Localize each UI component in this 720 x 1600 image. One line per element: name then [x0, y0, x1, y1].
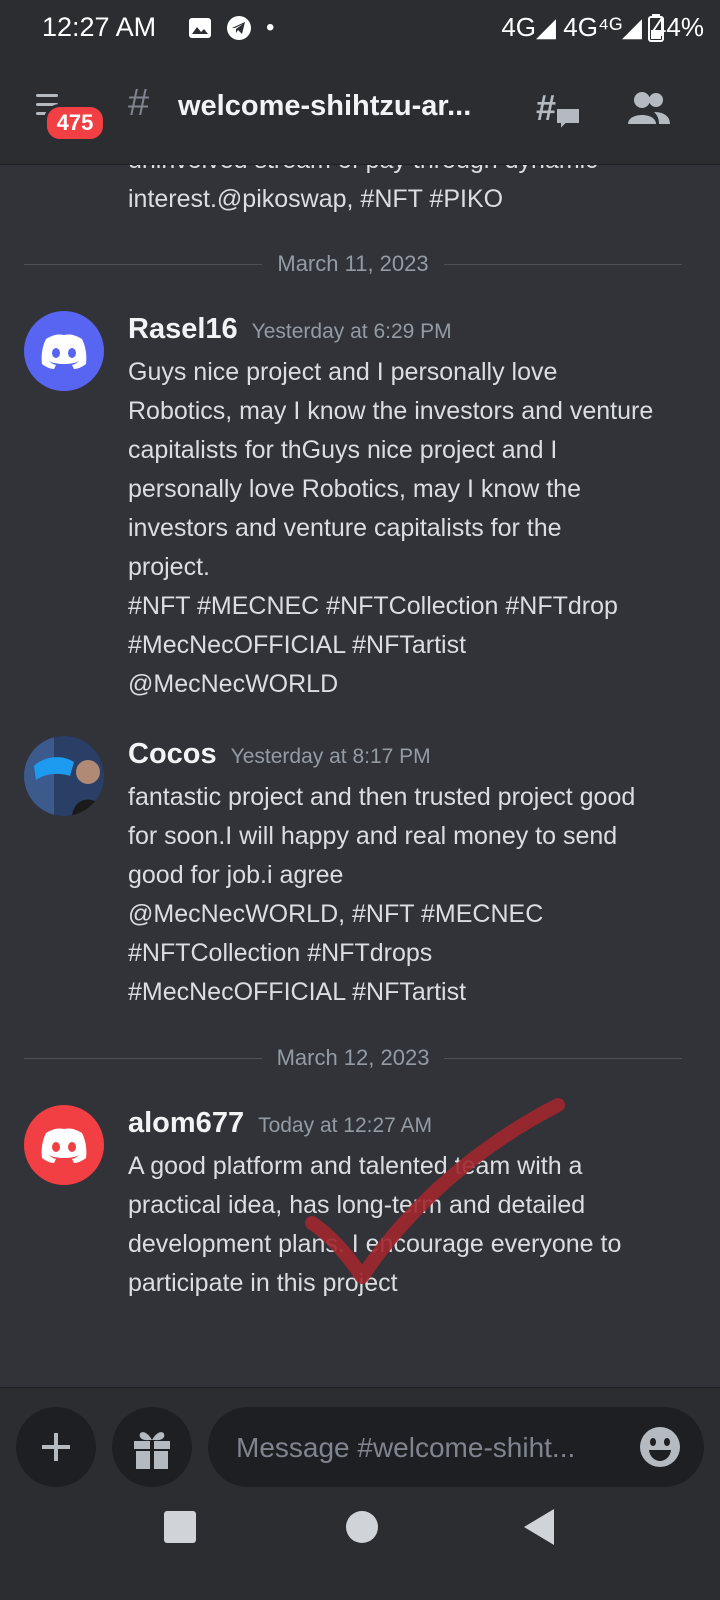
status-time: 12:27 AM [42, 12, 157, 42]
channel-header: 475 # welcome-shihtzu-ar... # [0, 56, 720, 165]
date-divider: March 12, 2023 [24, 1043, 682, 1073]
gift-button[interactable] [112, 1407, 192, 1487]
message-line: personally love Robotics, may I know the [128, 475, 581, 503]
svg-text:#: # [536, 87, 556, 128]
gift-icon [134, 1432, 170, 1469]
threads-icon[interactable]: # [536, 86, 582, 132]
avatar[interactable] [24, 736, 104, 816]
discord-logo-icon [41, 1128, 87, 1163]
notification-icons: • [188, 14, 274, 42]
plus-icon [42, 1433, 70, 1461]
message-line: #NFTCollection #NFTdrops [128, 939, 433, 967]
telegram-icon [227, 16, 251, 40]
author-name[interactable]: Rasel16 [128, 313, 238, 345]
message-line: good for job.i agree [128, 861, 344, 889]
members-icon[interactable] [626, 88, 670, 128]
message-author: Cocos Yesterday at 8:17 PM [128, 738, 431, 771]
network-status: 4G◢ 4G⁴ᴳ◢ [501, 12, 664, 43]
message-line: @MecNecWORLD, #NFT #MECNEC [128, 900, 544, 928]
message-list[interactable]: uninvolved stream of pay through dynamic… [0, 165, 720, 1387]
status-bar: 12:27 AM • 4G◢ 4G⁴ᴳ◢ 44% [0, 0, 720, 56]
checkmark-icon [305, 1098, 565, 1284]
system-nav-bar [0, 1487, 720, 1600]
unread-badge: 475 [44, 104, 106, 142]
message-line: investors and venture capitalists for th… [128, 514, 562, 542]
emoji-icon[interactable] [638, 1425, 682, 1469]
message-line: project. [128, 553, 210, 581]
message-line: Robotics, may I know the investors and v… [128, 397, 654, 425]
date-divider: March 11, 2023 [24, 249, 682, 279]
message-line: #NFT #MECNEC #NFTCollection #NFTdrop [128, 592, 618, 620]
message-line: fantastic project and then trusted proje… [128, 783, 636, 811]
author-name[interactable]: alom677 [128, 1107, 244, 1139]
message-input[interactable] [234, 1427, 618, 1469]
message-line: @MecNecWORLD [128, 670, 339, 698]
image-icon [189, 18, 211, 38]
dot-icon: • [266, 14, 275, 41]
message-input-container[interactable] [208, 1407, 704, 1487]
partial-message-line: uninvolved stream of pay through dynamic [128, 165, 598, 180]
avatar[interactable] [24, 1105, 104, 1185]
message-line: #MecNecOFFICIAL #NFTartist [128, 631, 467, 659]
message-timestamp: Yesterday at 8:17 PM [230, 745, 431, 768]
battery-percent: 44% [651, 12, 704, 42]
message-line: #MecNecOFFICIAL #NFTartist [128, 978, 467, 1006]
message-line: for soon.I will happy and real money to … [128, 822, 618, 850]
message-line: capitalists for thGuys nice project and … [128, 436, 558, 464]
recents-button[interactable] [164, 1511, 196, 1543]
back-button[interactable] [524, 1509, 554, 1545]
discord-logo-icon [41, 334, 87, 369]
channel-title[interactable]: welcome-shihtzu-ar... [178, 90, 498, 123]
message-author: Rasel16 Yesterday at 6:29 PM [128, 313, 452, 346]
home-button[interactable] [346, 1511, 378, 1543]
channel-hash-icon: # [128, 82, 150, 124]
partial-message-line: interest.@pikoswap, #NFT #PIKO [128, 185, 504, 213]
message-body: Guys nice project and I personally love … [128, 353, 694, 704]
message-timestamp: Yesterday at 6:29 PM [251, 320, 452, 343]
add-attachment-button[interactable] [16, 1407, 96, 1487]
user-photo-avatar [24, 736, 104, 816]
message-line: Guys nice project and I personally love [128, 358, 558, 386]
avatar[interactable] [24, 311, 104, 391]
message-composer [0, 1387, 720, 1488]
network-label: 4G◢ 4G⁴ᴳ◢ [501, 12, 642, 42]
author-name[interactable]: Cocos [128, 738, 217, 770]
message-body: fantastic project and then trusted proje… [128, 778, 694, 1012]
